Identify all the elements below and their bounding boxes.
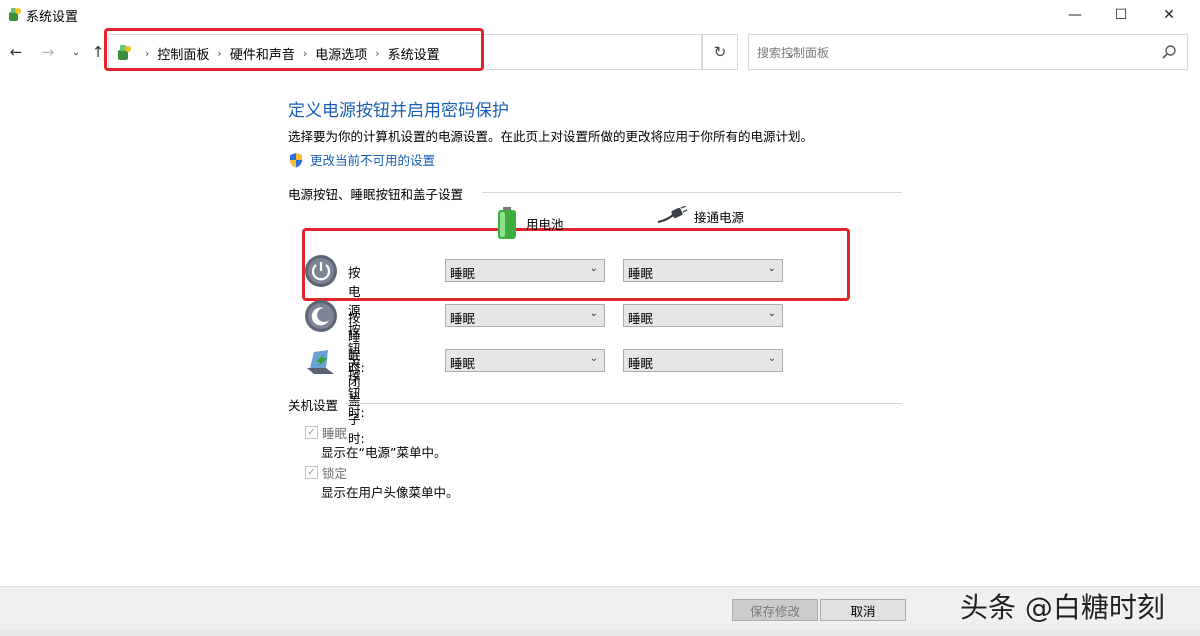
lid-close-plugged-select[interactable]: 睡眠 ⌄ bbox=[623, 349, 783, 372]
lid-close-battery-value: 睡眠 bbox=[450, 356, 476, 371]
power-buttons-section-title: 电源按钮、睡眠按钮和盖子设置 bbox=[288, 187, 464, 202]
title-bar: 系统设置 — ☐ ✕ bbox=[0, 0, 1200, 30]
shutdown-section-heading: 关机设置 bbox=[288, 395, 338, 414]
lid-close-label: 关闭盖子时: bbox=[348, 355, 365, 446]
sleep-button-plugged-select[interactable]: 睡眠 ⌄ bbox=[623, 304, 783, 327]
recent-locations-button[interactable]: ⌄ bbox=[66, 42, 86, 62]
power-button-icon bbox=[305, 255, 337, 287]
sleep-checkbox-label: 睡眠 bbox=[322, 426, 348, 441]
taskbar-strip bbox=[0, 630, 1200, 636]
chevron-down-icon: ⌄ bbox=[589, 308, 598, 319]
plugged-in-column-header: 接通电源 bbox=[656, 206, 744, 226]
power-buttons-section-heading: 电源按钮、睡眠按钮和盖子设置 bbox=[288, 184, 463, 203]
power-plug-icon bbox=[657, 206, 688, 223]
battery-column-header: 用电池 bbox=[496, 206, 564, 240]
sleep-checkbox[interactable]: ✓ 睡眠 bbox=[305, 423, 347, 442]
search-icon[interactable] bbox=[1161, 44, 1177, 60]
power-button-battery-select[interactable]: 睡眠 ⌄ bbox=[445, 259, 605, 282]
plugged-in-column-label: 接通电源 bbox=[694, 209, 745, 225]
section-divider bbox=[346, 403, 902, 404]
sleep-button-battery-select[interactable]: 睡眠 ⌄ bbox=[445, 304, 605, 327]
page-description: 选择要为你的计算机设置的电源设置。在此页上对设置所做的更改将应用于你所有的电源计… bbox=[288, 129, 814, 144]
laptop-lid-icon bbox=[307, 350, 334, 374]
checkbox-check-icon[interactable]: ✓ bbox=[305, 466, 318, 479]
search-box[interactable]: 搜索控制面板 bbox=[748, 34, 1188, 70]
chevron-down-icon: ⌄ bbox=[589, 263, 598, 274]
change-settings-link-label[interactable]: 更改当前不可用的设置 bbox=[310, 150, 435, 169]
watermark: 头条 @白糖时刻 bbox=[960, 591, 1165, 624]
lock-checkbox-label: 锁定 bbox=[322, 466, 348, 481]
maximize-button[interactable]: ☐ bbox=[1098, 0, 1144, 30]
battery-column-label: 用电池 bbox=[526, 216, 564, 232]
change-settings-link[interactable]: 更改当前不可用的设置 bbox=[288, 150, 435, 169]
power-button-plugged-value: 睡眠 bbox=[628, 266, 654, 281]
chevron-down-icon: ⌄ bbox=[767, 353, 776, 364]
cancel-button[interactable]: 取消 bbox=[820, 599, 906, 621]
sleep-button-plugged-value: 睡眠 bbox=[628, 311, 654, 326]
shutdown-section-title: 关机设置 bbox=[288, 398, 339, 413]
forward-button[interactable]: → bbox=[38, 42, 58, 62]
breadcrumb-highlight bbox=[104, 28, 484, 71]
control-panel-icon bbox=[9, 8, 21, 21]
chevron-down-icon: ⌄ bbox=[589, 353, 598, 364]
sleep-button-battery-value: 睡眠 bbox=[450, 311, 476, 326]
section-divider bbox=[482, 192, 902, 193]
page-title: 定义电源按钮并启用密码保护 bbox=[288, 101, 509, 121]
window-title: 系统设置 bbox=[26, 10, 79, 25]
checkbox-check-icon[interactable]: ✓ bbox=[305, 426, 318, 439]
save-changes-button[interactable]: 保存修改 bbox=[732, 599, 818, 621]
refresh-button[interactable]: ↻ bbox=[702, 34, 738, 70]
close-button[interactable]: ✕ bbox=[1146, 0, 1192, 30]
sleep-button-icon bbox=[305, 300, 337, 332]
lock-checkbox[interactable]: ✓ 锁定 bbox=[305, 463, 347, 482]
chevron-down-icon: ⌄ bbox=[767, 263, 776, 274]
sleep-checkbox-description: 显示在“电源”菜单中。 bbox=[321, 445, 447, 460]
minimize-button[interactable]: — bbox=[1052, 0, 1098, 30]
back-button[interactable]: ← bbox=[6, 42, 26, 62]
lid-close-battery-select[interactable]: 睡眠 ⌄ bbox=[445, 349, 605, 372]
battery-icon bbox=[498, 207, 516, 239]
chevron-down-icon: ⌄ bbox=[767, 308, 776, 319]
uac-shield-icon bbox=[290, 152, 302, 167]
lock-checkbox-description: 显示在用户头像菜单中。 bbox=[321, 485, 459, 500]
power-button-plugged-select[interactable]: 睡眠 ⌄ bbox=[623, 259, 783, 282]
search-input[interactable]: 搜索控制面板 bbox=[757, 44, 829, 61]
power-button-battery-value: 睡眠 bbox=[450, 266, 476, 281]
lid-close-plugged-value: 睡眠 bbox=[628, 356, 654, 371]
